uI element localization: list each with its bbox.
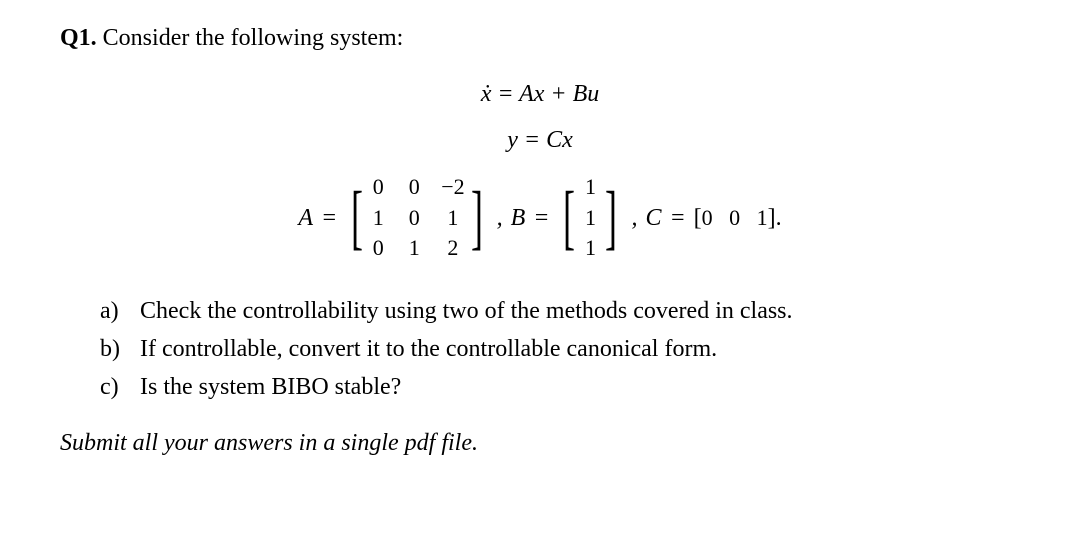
matrix-a: [ 0 0 −2 1 0 1 0 1 2 ] xyxy=(345,173,488,263)
subq-text: Is the system BIBO stable? xyxy=(140,369,401,405)
a-r2c3: 1 xyxy=(441,204,464,233)
subq-text: If controllable, convert it to the contr… xyxy=(140,331,717,367)
bracket-close: ] xyxy=(605,187,617,248)
question-header: Q1. Consider the following system: xyxy=(60,20,1020,56)
b-r1: 1 xyxy=(581,173,599,202)
question-number: Q1. xyxy=(60,25,97,51)
subquestion-b: b) If controllable, convert it to the co… xyxy=(100,331,1020,367)
matrix-a-content: 0 0 −2 1 0 1 0 1 2 xyxy=(369,173,464,263)
subq-letter: a) xyxy=(100,293,140,329)
subquestions-list: a) Check the controllability using two o… xyxy=(100,293,1020,405)
a-r2c2: 0 xyxy=(405,204,423,233)
subquestion-c: c) Is the system BIBO stable? xyxy=(100,369,1020,405)
state-equation: ẋ = Ax + Bu xyxy=(60,76,1020,112)
equations-block: ẋ = Ax + Bu y = Cx A = [ 0 0 −2 1 0 1 0 … xyxy=(60,76,1020,263)
matrix-b-label: B xyxy=(511,200,526,236)
matrix-b-content: 1 1 1 xyxy=(581,173,599,263)
a-r1c2: 0 xyxy=(405,173,423,202)
matrix-c-label: C xyxy=(645,200,661,236)
comma-2: , xyxy=(631,200,637,236)
comma: , xyxy=(497,200,503,236)
matrix-b: [ 1 1 1 ] xyxy=(557,173,623,263)
a-r1c1: 0 xyxy=(369,173,387,202)
b-r3: 1 xyxy=(581,234,599,263)
matrix-c: [0 0 1]. xyxy=(694,200,782,236)
a-r2c1: 1 xyxy=(369,204,387,233)
subq-text: Check the controllability using two of t… xyxy=(140,293,793,329)
c-c2: 0 xyxy=(729,205,740,230)
matrix-a-label: A xyxy=(298,200,313,236)
bracket-close: ] xyxy=(471,187,483,248)
output-equation: y = Cx xyxy=(60,122,1020,158)
question-intro: Consider the following system: xyxy=(103,25,404,51)
equals-sign-2: = xyxy=(533,200,549,236)
c-bracket-close: ]. xyxy=(768,205,782,231)
equals-sign: = xyxy=(321,200,337,236)
b-r2: 1 xyxy=(581,204,599,233)
submission-note: Submit all your answers in a single pdf … xyxy=(60,425,1020,461)
a-r1c3: −2 xyxy=(441,173,464,202)
bracket-open: [ xyxy=(351,187,363,248)
a-r3c3: 2 xyxy=(441,234,464,263)
matrices-row: A = [ 0 0 −2 1 0 1 0 1 2 ] , B = [ 1 1 xyxy=(60,173,1020,263)
subquestion-a: a) Check the controllability using two o… xyxy=(100,293,1020,329)
subq-letter: b) xyxy=(100,331,140,367)
c-bracket-open: [ xyxy=(694,205,702,231)
a-r3c1: 0 xyxy=(369,234,387,263)
subq-letter: c) xyxy=(100,369,140,405)
bracket-open: [ xyxy=(563,187,575,248)
c-c3: 1 xyxy=(757,205,768,230)
c-c1: 0 xyxy=(702,205,713,230)
equals-sign-3: = xyxy=(669,200,685,236)
a-r3c2: 1 xyxy=(405,234,423,263)
